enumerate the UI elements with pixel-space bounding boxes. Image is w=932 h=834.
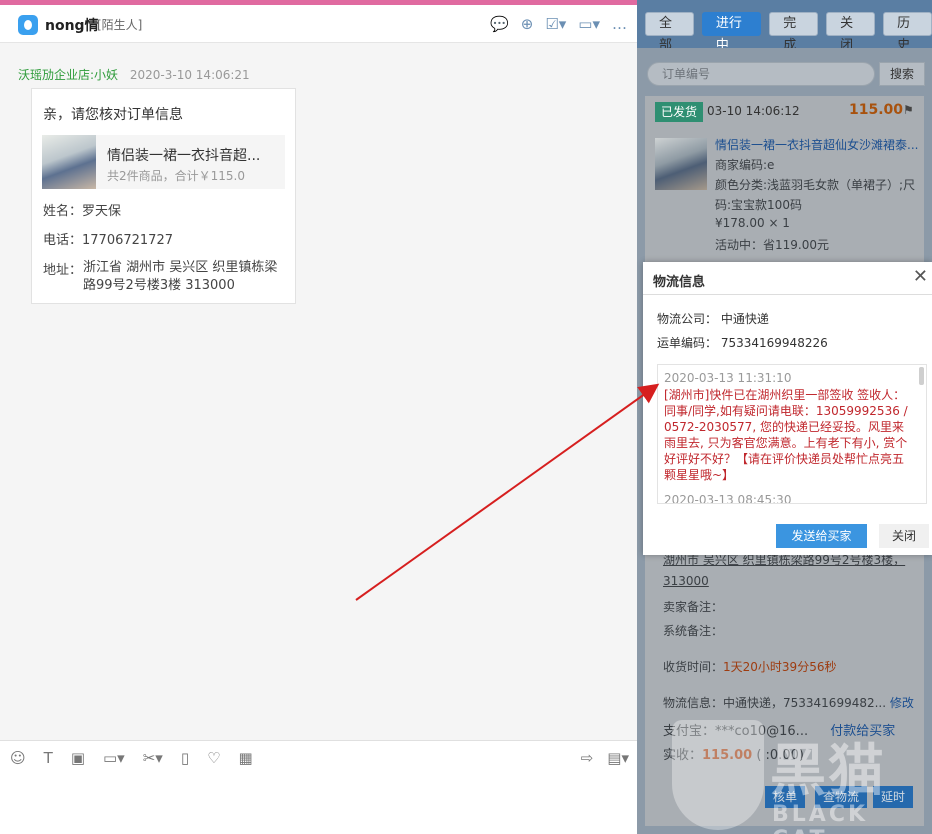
close-icon[interactable]: ✕	[913, 266, 928, 287]
order-price: 115.00	[849, 102, 904, 118]
add-contact-icon[interactable]: ⊕	[521, 15, 534, 33]
order-title[interactable]: 情侣装一裙一衣抖音超仙女沙滩裙泰...	[715, 136, 918, 153]
message-meta: 沃瑶劢企业店:小妖 2020-3-10 14:06:21	[18, 66, 250, 83]
buyer-name-row: 姓名：罗天保	[43, 200, 121, 219]
chat-panel: nong情 [陌生人] 💬 ⊕ ☑▾ ▭▾ … 沃瑶劢企业店:小妖 2020-3…	[0, 0, 637, 834]
card-title: 亲，请您核对订单信息	[43, 107, 183, 123]
heart-icon[interactable]: ♡	[207, 749, 220, 767]
waybill-value: 75334169948226	[720, 336, 828, 350]
cat-shield-icon	[672, 720, 764, 830]
receive-label: 收货时间：	[663, 660, 724, 674]
logistics-info: 物流信息：中通快递，753341699482...	[663, 696, 887, 710]
unit-price: ¥178.00 × 1	[715, 216, 790, 230]
tab-all[interactable]: 全部	[645, 12, 694, 53]
address-label: 地址：	[43, 263, 83, 278]
waybill-row: 运单编码： 75334169948226	[657, 334, 828, 351]
tab-done[interactable]: 完成	[769, 12, 819, 53]
contact-name: nong情	[45, 18, 99, 34]
activity: 活动中：省119.00元	[715, 238, 829, 252]
send-to-buyer-button[interactable]: 发送给买家	[776, 524, 867, 548]
close-button[interactable]: 关闭	[879, 524, 929, 548]
product-name: 情侣装一裙一衣抖音超...	[107, 148, 261, 164]
waybill-label: 运单编码：	[657, 336, 718, 350]
dialog-divider	[643, 294, 932, 295]
avatar[interactable]	[18, 15, 38, 35]
product-summary[interactable]: 情侣装一裙一衣抖音超... 共2件商品，合计￥115.0	[42, 135, 285, 189]
system-note: 系统备注：	[663, 624, 724, 638]
order-thumbnail	[655, 138, 707, 190]
order-icon[interactable]: ☑▾	[545, 15, 566, 33]
product-thumbnail	[42, 135, 96, 189]
name-value: 罗天保	[82, 204, 122, 219]
message-sender: 沃瑶劢企业店:小妖	[18, 68, 119, 82]
address-value: 浙江省 湖州市 吴兴区 织里镇栋梁路99号2号楼3楼 313000	[83, 260, 278, 293]
input-toolbar: ☺ T ▣ ▭▾ ✂▾ ▯ ♡ ▦	[10, 749, 253, 767]
image-icon[interactable]: ▣	[71, 749, 85, 767]
track-time-2: 2020-03-13 08:45:30	[664, 493, 792, 504]
watermark-logo: 黑猫 BLACK CAT	[664, 720, 932, 834]
chat-header: nong情 [陌生人] 💬 ⊕ ☑▾ ▭▾ …	[0, 5, 637, 43]
flag-icon[interactable]: ⚑	[903, 103, 914, 117]
calculator-icon[interactable]: ▦	[239, 749, 253, 767]
search-button[interactable]: 搜索	[879, 62, 925, 86]
watermark-cn: 黑猫	[770, 739, 886, 804]
watermark-en: BLACK CAT	[772, 802, 869, 834]
history-icon[interactable]: ▤▾	[607, 749, 629, 767]
more-icon[interactable]: …	[612, 15, 627, 33]
seller-note: 卖家备注：	[663, 600, 724, 614]
contact-tag: [陌生人]	[97, 18, 143, 32]
input-toolbar-right: ⇨ ▤▾	[581, 749, 629, 767]
variant-line-1: 颜色分类:浅蓝羽毛女款（单裙子）;尺	[715, 178, 916, 192]
product-subtotal: 共2件商品，合计￥115.0	[107, 169, 245, 183]
company-label: 物流公司：	[657, 312, 718, 326]
address-line-2: 313000	[663, 574, 709, 588]
status-badge: 已发货	[655, 102, 704, 122]
company-value: 中通快递	[720, 312, 769, 326]
merchant-code: 商家编码:e	[715, 158, 775, 172]
scissors-icon[interactable]: ✂▾	[143, 749, 163, 767]
shake-icon[interactable]: ▯	[181, 749, 189, 767]
order-confirm-card: 亲，请您核对订单信息 情侣装一裙一衣抖音超... 共2件商品，合计￥115.0 …	[31, 88, 296, 304]
track-time-1: 2020-03-13 11:31:10	[664, 371, 792, 385]
order-search-input[interactable]: 订单编号	[647, 62, 875, 86]
name-label: 姓名：	[43, 204, 83, 219]
logistics-dialog: 物流信息 ✕ 物流公司： 中通快递 运单编码： 75334169948226 2…	[643, 262, 932, 555]
tracking-scrollbar[interactable]	[919, 367, 924, 385]
folder-icon[interactable]: ▭▾	[103, 749, 125, 767]
tab-closed[interactable]: 关闭	[826, 12, 876, 53]
receive-countdown: 1天20小时39分56秒	[723, 660, 837, 674]
variant-line-2: 码:宝宝款100码	[715, 198, 802, 212]
order-tabs: 全部 进行中 完成 关闭 历史	[645, 12, 932, 53]
chat-input-area[interactable]: ☺ T ▣ ▭▾ ✂▾ ▯ ♡ ▦ ⇨ ▤▾	[0, 740, 637, 834]
track-text-1: [湖州市]快件已在湖州织里一部签收 签收人：同事/同学,如有疑问请电联：1305…	[664, 388, 908, 482]
company-row: 物流公司： 中通快递	[657, 310, 769, 327]
header-toolbar: 💬 ⊕ ☑▾ ▭▾ …	[490, 15, 627, 33]
forward-icon[interactable]: ⇨	[581, 749, 594, 767]
tab-history[interactable]: 历史	[883, 12, 932, 53]
dialog-title: 物流信息	[653, 275, 706, 290]
tracking-list[interactable]: 2020-03-13 11:31:10 [湖州市]快件已在湖州织里一部签收 签收…	[657, 364, 927, 504]
logistics-row: 物流信息：中通快递，753341699482... 修改	[663, 694, 914, 711]
emoji-icon[interactable]: ☺	[10, 749, 26, 767]
message-time: 2020-3-10 14:06:21	[129, 68, 250, 82]
phone-label: 电话：	[43, 233, 83, 248]
font-icon[interactable]: T	[44, 749, 53, 767]
chat-bubble-icon[interactable]: 💬	[490, 15, 509, 33]
phone-value: 17706721727	[82, 233, 173, 248]
modify-link[interactable]: 修改	[890, 696, 914, 710]
buyer-phone-row: 电话：17706721727	[43, 229, 173, 248]
video-icon[interactable]: ▭▾	[578, 15, 600, 33]
tab-in-progress[interactable]: 进行中	[701, 12, 762, 53]
receive-time-row: 收货时间：1天20小时39分56秒	[663, 658, 836, 675]
order-time: 03-10 14:06:12	[707, 104, 800, 118]
